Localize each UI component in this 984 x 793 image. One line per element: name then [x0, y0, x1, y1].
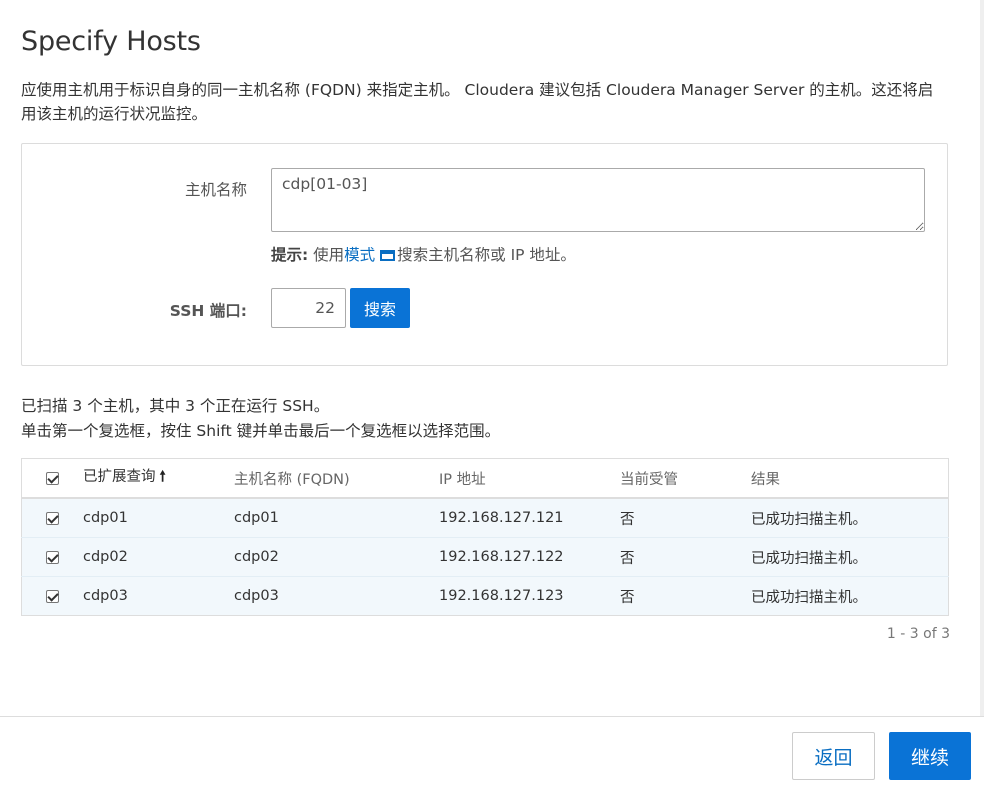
- continue-button[interactable]: 继续: [889, 732, 971, 780]
- row-checkbox[interactable]: [46, 550, 59, 564]
- row-checkbox[interactable]: [46, 511, 59, 525]
- cell-ip-address: 192.168.127.122: [439, 537, 620, 577]
- cell-expanded-query: cdp01: [83, 497, 234, 538]
- sort-ascending-icon[interactable]: 🠕: [160, 469, 166, 485]
- page-title: Specify Hosts: [21, 26, 201, 57]
- hostname-label: 主机名称: [184, 181, 247, 199]
- table-header-row: 已扩展查询 🠕 主机名称 (FQDN) IP 地址 当前受管 结果: [21, 458, 949, 499]
- column-expanded-query[interactable]: 已扩展查询 🠕: [83, 458, 234, 499]
- cell-result: 已成功扫描主机。: [751, 497, 949, 538]
- cell-ip-address: 192.168.127.123: [439, 576, 620, 616]
- popup-window-icon[interactable]: [380, 250, 396, 261]
- cell-hostname: cdp02: [234, 537, 439, 577]
- hint-label: 提示:: [271, 246, 309, 264]
- column-ip-address[interactable]: IP 地址: [439, 458, 620, 499]
- table-row[interactable]: cdp01 cdp01 192.168.127.121 否 已成功扫描主机。: [21, 497, 949, 538]
- scrollbar[interactable]: [980, 0, 984, 716]
- row-checkbox[interactable]: [46, 589, 59, 603]
- hostname-input[interactable]: cdp[01-03]: [271, 168, 925, 232]
- ssh-port-input[interactable]: [271, 288, 346, 328]
- cell-hostname: cdp01: [234, 497, 439, 538]
- cell-expanded-query: cdp03: [83, 576, 234, 616]
- row-checkbox-cell: [21, 497, 83, 538]
- hosts-table: 已扩展查询 🠕 主机名称 (FQDN) IP 地址 当前受管 结果 cdp01 c…: [21, 458, 949, 616]
- scan-summary: 已扫描 3 个主机，其中 3 个正在运行 SSH。 单击第一个复选框，按住 Sh…: [21, 394, 500, 444]
- hint-text: 提示: 使用模式 搜索主机名称或 IP 地址。: [271, 243, 576, 265]
- cell-result: 已成功扫描主机。: [751, 576, 949, 616]
- ssh-port-label: SSH 端口:: [169, 302, 247, 320]
- hint-prefix: 使用: [308, 246, 345, 264]
- expanded-query-header-label: 已扩展查询: [83, 469, 156, 485]
- pattern-link[interactable]: 模式: [344, 246, 375, 264]
- select-all-checkbox[interactable]: [46, 471, 59, 485]
- cell-expanded-query: cdp02: [83, 537, 234, 577]
- cell-managed: 否: [620, 537, 751, 577]
- cell-managed: 否: [620, 576, 751, 616]
- select-all-cell: [21, 458, 83, 499]
- specify-hosts-page: Specify Hosts 应使用主机用于标识自身的同一主机名称 (FQDN) …: [0, 0, 984, 793]
- row-checkbox-cell: [21, 576, 83, 616]
- search-button[interactable]: 搜索: [350, 288, 410, 328]
- intro-text: 应使用主机用于标识自身的同一主机名称 (FQDN) 来指定主机。 Clouder…: [21, 81, 934, 123]
- pagination-info: 1 - 3 of 3: [886, 626, 950, 642]
- column-currently-managed[interactable]: 当前受管: [620, 458, 751, 499]
- wizard-footer: 返回 继续: [0, 716, 984, 793]
- scan-result-text: 已扫描 3 个主机，其中 3 个正在运行 SSH。: [21, 397, 330, 415]
- selection-hint-text: 单击第一个复选框，按住 Shift 键并单击最后一个复选框以选择范围。: [21, 422, 501, 440]
- cell-result: 已成功扫描主机。: [751, 537, 949, 577]
- cell-hostname: cdp03: [234, 576, 439, 616]
- cell-ip-address: 192.168.127.121: [439, 497, 620, 538]
- host-search-panel: 主机名称 cdp[01-03] 提示: 使用模式 搜索主机名称或 IP 地址。 S…: [21, 143, 948, 366]
- row-checkbox-cell: [21, 537, 83, 577]
- hint-suffix: 搜索主机名称或 IP 地址。: [397, 246, 576, 264]
- table-row[interactable]: cdp03 cdp03 192.168.127.123 否 已成功扫描主机。: [21, 576, 949, 616]
- column-result[interactable]: 结果: [751, 458, 949, 499]
- table-row[interactable]: cdp02 cdp02 192.168.127.122 否 已成功扫描主机。: [21, 537, 949, 577]
- column-hostname-fqdn[interactable]: 主机名称 (FQDN): [234, 458, 439, 499]
- back-button[interactable]: 返回: [792, 732, 875, 780]
- cell-managed: 否: [620, 497, 751, 538]
